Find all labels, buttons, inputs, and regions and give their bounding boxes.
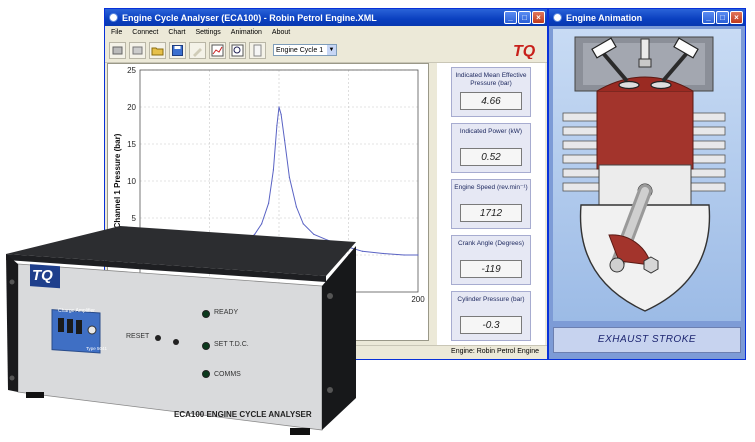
pen-icon[interactable] (189, 41, 206, 59)
animation-window: Engine Animation _ □ × EXHAUST STROKE (548, 8, 746, 360)
device-name: ECA100 ENGINE CYCLE ANALYSER (174, 410, 312, 419)
y-tick-label: 15 (127, 140, 136, 149)
pressure-data-point (280, 113, 282, 115)
maximize-button[interactable]: □ (518, 11, 531, 24)
pressure-data-point (295, 206, 297, 208)
y-axis-label: Channel 1 Pressure (bar) (113, 133, 122, 228)
connect-icon[interactable] (109, 41, 126, 59)
disconnect-icon[interactable] (129, 41, 146, 59)
module-type: Type 5041 (86, 346, 108, 351)
pressure-data-point (361, 250, 363, 252)
animation-title-bar[interactable]: Engine Animation _ □ × (549, 9, 745, 26)
eca100-hardware-unit: TQ (6, 226, 356, 435)
minimize-button[interactable]: _ (702, 11, 715, 24)
pressure-data-point (288, 176, 290, 178)
toolbar: Engine Cycle 1 ▼ TQ (105, 38, 547, 63)
set-tdc-label: SET T.D.C. (214, 341, 249, 348)
maximize-button[interactable]: □ (716, 11, 729, 24)
menu-connect[interactable]: Connect (132, 29, 158, 36)
menu-file[interactable]: File (111, 29, 122, 36)
pressure-data-point (268, 202, 270, 204)
pressure-data-point (417, 254, 419, 256)
pressure-data-point (284, 139, 286, 141)
close-button[interactable]: × (730, 11, 743, 24)
crank-panel: Crank Angle (Degrees) -119 (451, 235, 531, 285)
app-icon (553, 13, 562, 22)
status-text: Engine: Robin Petrol Engine (451, 348, 539, 355)
save-icon[interactable] (169, 41, 186, 59)
menu-chart[interactable]: Chart (168, 29, 185, 36)
engine-cycle-select[interactable]: Engine Cycle 1 ▼ (273, 44, 337, 56)
window-title: Engine Cycle Analyser (ECA100) - Robin P… (122, 12, 377, 23)
x-tick-label: 200 (411, 295, 425, 304)
power-label: Indicated Power (kW) (459, 128, 523, 135)
pressure-data-point (382, 252, 384, 255)
minimize-button[interactable]: _ (504, 11, 517, 24)
comms-label: COMMS (214, 371, 241, 378)
imep-label: Indicated Mean Effective Pressure (bar) (455, 72, 527, 87)
chevron-down-icon[interactable]: ▼ (327, 45, 336, 55)
animation-title: Engine Animation (566, 12, 643, 23)
menu-settings[interactable]: Settings (195, 29, 220, 36)
cylpressure-panel: Cylinder Pressure (bar) -0.3 (451, 291, 531, 341)
pressure-data-point (278, 106, 280, 108)
speed-panel: Engine Speed (rev.min⁻¹) 1712 (451, 179, 531, 229)
stroke-indicator: EXHAUST STROKE (553, 327, 741, 353)
imep-value: 4.66 (460, 92, 522, 110)
ready-label: READY (214, 309, 239, 316)
engine-animation (553, 29, 741, 321)
tq-logo: TQ (513, 43, 536, 59)
document-icon[interactable] (249, 41, 266, 59)
main-title-bar[interactable]: Engine Cycle Analyser (ECA100) - Robin P… (105, 9, 547, 26)
menu-animation[interactable]: Animation (231, 29, 262, 36)
imep-panel: Indicated Mean Effective Pressure (bar) … (451, 67, 531, 117)
y-tick-label: 10 (127, 177, 136, 186)
readouts-panel: Indicated Mean Effective Pressure (bar) … (437, 63, 545, 345)
chart-icon[interactable] (209, 41, 226, 59)
engine-cutaway-illustration (562, 36, 726, 312)
reset-label: RESET (126, 333, 150, 340)
menu-about[interactable]: About (272, 29, 290, 36)
engine-cycle-value: Engine Cycle 1 (276, 46, 324, 54)
zoom-chart-icon[interactable] (229, 41, 246, 59)
pressure-data-point (276, 124, 278, 127)
device-logo-text: TQ (32, 267, 53, 284)
pressure-data-point (403, 254, 405, 256)
pressure-data-point (272, 169, 274, 171)
speed-label: Engine Speed (rev.min⁻¹) (454, 184, 528, 191)
tq-logo-text: TQ (513, 43, 536, 59)
open-folder-icon[interactable] (149, 41, 166, 59)
power-value: 0.52 (460, 148, 522, 166)
y-tick-label: 25 (127, 66, 136, 75)
menu-bar: File Connect Chart Settings Animation Ab… (105, 26, 547, 38)
cylpressure-value: -0.3 (460, 316, 522, 334)
crank-value: -119 (460, 260, 522, 278)
module-title: Charge Amplifier (58, 308, 95, 314)
close-button[interactable]: × (532, 11, 545, 24)
y-tick-label: 20 (127, 103, 136, 112)
cylpressure-label: Cylinder Pressure (bar) (457, 296, 525, 303)
app-icon (109, 13, 118, 22)
speed-value: 1712 (460, 204, 522, 222)
crank-label: Crank Angle (Degrees) (457, 240, 525, 247)
power-panel: Indicated Power (kW) 0.52 (451, 123, 531, 173)
